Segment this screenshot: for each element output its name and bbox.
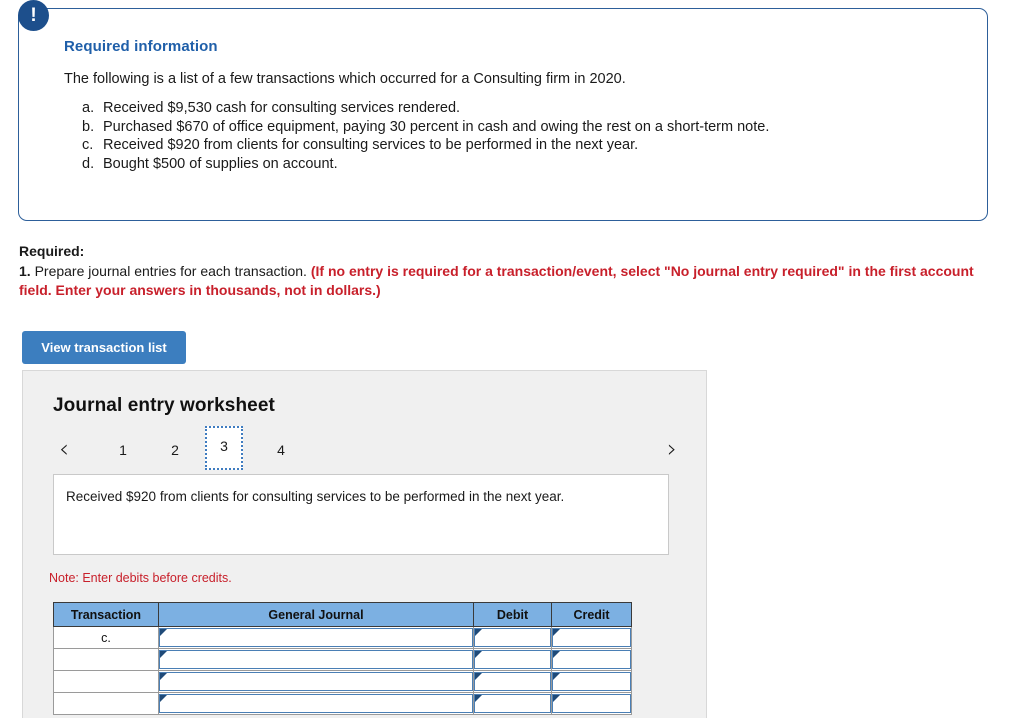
required-information-intro: The following is a list of a few transac… [64,71,626,87]
worksheet-tab-1[interactable]: 1 [109,431,137,469]
debit-input[interactable] [474,694,551,713]
credit-input[interactable] [552,694,631,713]
column-header-credit: Credit [551,602,632,627]
list-item-marker: b. [82,118,95,135]
list-item: c. Received $920 from clients for consult… [82,136,964,155]
general-journal-input[interactable] [159,650,473,669]
transaction-list: a. Received $9,530 cash for consulting se… [64,99,964,173]
required-information-content: Required information The following is a … [64,38,964,173]
transaction-cell: c. [53,626,159,649]
exclamation-icon: ! [18,0,49,31]
list-item-text: Bought $500 of supplies on account. [103,155,338,172]
debit-cell[interactable] [473,648,552,671]
transaction-cell [53,692,159,715]
requirement-number: 1. [19,263,31,279]
list-item: b. Purchased $670 of office equipment, pa… [82,118,964,137]
table-row [53,648,632,671]
table-row [53,670,632,693]
list-item-text: Purchased $670 of office equipment, payi… [103,118,770,135]
table-row [53,692,632,715]
view-transaction-list-button[interactable]: View transaction list [22,331,186,364]
required-information-heading: Required information [64,38,218,55]
worksheet-tab-3[interactable]: 3 [205,426,243,470]
chevron-right-icon[interactable]: › [661,431,683,469]
list-item-text: Received $920 from clients for consultin… [103,137,639,154]
requirement-text: Prepare journal entries for each transac… [30,263,311,279]
list-item: a. Received $9,530 cash for consulting se… [82,99,964,118]
credit-cell[interactable] [551,670,632,693]
required-statement: 1. Prepare journal entries for each tran… [19,262,979,299]
list-item-marker: c. [82,137,94,154]
general-journal-cell[interactable] [158,648,474,671]
list-item-text: Received $9,530 cash for consulting serv… [103,100,461,116]
worksheet-tabs: ‹ 1 2 3 4 › [53,426,683,470]
general-journal-input[interactable] [159,694,473,713]
debit-input[interactable] [474,628,551,647]
column-header-debit: Debit [473,602,552,627]
transaction-cell [53,670,159,693]
general-journal-input[interactable] [159,672,473,691]
list-item: d. Bought $500 of supplies on account. [82,155,964,174]
general-journal-cell[interactable] [158,670,474,693]
transaction-description-text: Received $920 from clients for consultin… [66,489,565,504]
list-item-marker: d. [82,155,95,172]
credit-cell[interactable] [551,626,632,649]
column-header-general-journal: General Journal [158,602,474,627]
debit-cell[interactable] [473,670,552,693]
debit-input[interactable] [474,650,551,669]
worksheet-title: Journal entry worksheet [53,395,275,416]
column-header-transaction: Transaction [53,602,159,627]
journal-entry-table: Transaction General Journal Debit Credit… [53,602,632,715]
journal-entry-worksheet-panel: Journal entry worksheet ‹ 1 2 3 4 › Rece… [22,370,707,718]
worksheet-tab-4[interactable]: 4 [267,431,295,469]
transaction-cell [53,648,159,671]
transaction-description-box: Received $920 from clients for consultin… [53,474,669,555]
required-information-panel: ! Required information The following is … [18,0,988,221]
debits-before-credits-note: Note: Enter debits before credits. [49,571,232,585]
general-journal-cell[interactable] [158,692,474,715]
credit-cell[interactable] [551,692,632,715]
debit-cell[interactable] [473,692,552,715]
credit-input[interactable] [552,650,631,669]
credit-cell[interactable] [551,648,632,671]
debit-input[interactable] [474,672,551,691]
chevron-left-icon[interactable]: ‹ [53,431,75,469]
list-item-marker: a. [82,100,95,116]
required-label: Required: [19,243,85,259]
worksheet-tab-2[interactable]: 2 [161,431,189,469]
general-journal-cell[interactable] [158,626,474,649]
table-row: c. [53,626,632,649]
credit-input[interactable] [552,628,631,647]
debit-cell[interactable] [473,626,552,649]
credit-input[interactable] [552,672,631,691]
general-journal-input[interactable] [159,628,473,647]
required-instructions: Required: 1. Prepare journal entries for… [19,243,979,299]
table-header-row: Transaction General Journal Debit Credit [53,602,632,627]
